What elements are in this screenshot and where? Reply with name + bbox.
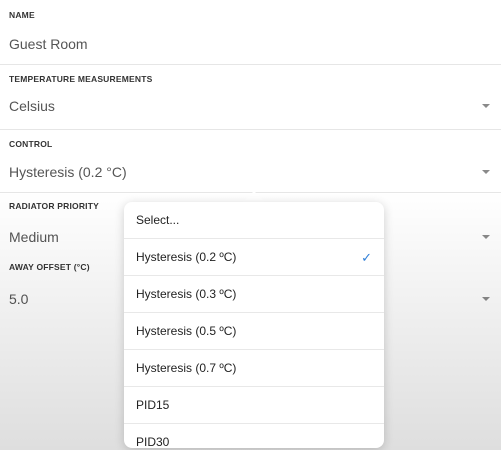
dropdown-option-hysteresis-0-2[interactable]: Hysteresis (0.2 ºC) ✓	[124, 239, 384, 276]
dropdown-option-pid30[interactable]: PID30	[124, 424, 384, 449]
control-select[interactable]: CONTROL Hysteresis (0.2 °C)	[0, 130, 501, 192]
control-options-dropdown: Select... Hysteresis (0.2 ºC) ✓ Hysteres…	[124, 202, 384, 449]
name-field[interactable]: NAME Guest Room	[0, 0, 501, 64]
radiator-priority-value: Medium	[9, 229, 59, 245]
dropdown-option-hysteresis-0-3[interactable]: Hysteresis (0.3 ºC)	[124, 276, 384, 313]
dropdown-option-pid15[interactable]: PID15	[124, 387, 384, 424]
control-label: CONTROL	[9, 139, 53, 149]
dropdown-option-hysteresis-0-7[interactable]: Hysteresis (0.7 ºC)	[124, 350, 384, 387]
dropdown-option-select[interactable]: Select...	[124, 202, 384, 239]
away-offset-value[interactable]: 5.0	[9, 291, 28, 307]
option-label: Hysteresis (0.7 ºC)	[136, 361, 237, 375]
away-offset-label: AWAY OFFSET (°C)	[9, 262, 90, 272]
chevron-down-icon	[482, 297, 490, 301]
option-label: Hysteresis (0.5 ºC)	[136, 324, 237, 338]
option-label: Select...	[136, 213, 180, 227]
radiator-priority-label: RADIATOR PRIORITY	[9, 201, 99, 211]
chevron-down-icon	[482, 170, 490, 174]
chevron-down-icon	[482, 235, 490, 239]
name-label: NAME	[9, 10, 35, 20]
popover-arrow	[243, 191, 265, 202]
control-value: Hysteresis (0.2 °C)	[9, 164, 127, 180]
option-label: PID30	[136, 435, 170, 449]
temperature-measurements-select[interactable]: TEMPERATURE MEASUREMENTS Celsius	[0, 65, 501, 129]
option-label: Hysteresis (0.3 ºC)	[136, 287, 237, 301]
temperature-label: TEMPERATURE MEASUREMENTS	[9, 74, 153, 84]
dropdown-option-hysteresis-0-5[interactable]: Hysteresis (0.5 ºC)	[124, 313, 384, 350]
name-value[interactable]: Guest Room	[9, 36, 88, 52]
option-label: PID15	[136, 398, 170, 412]
checkmark-icon: ✓	[361, 250, 372, 265]
option-label: Hysteresis (0.2 ºC)	[136, 250, 237, 264]
temperature-value: Celsius	[9, 98, 55, 114]
chevron-down-icon	[482, 104, 490, 108]
